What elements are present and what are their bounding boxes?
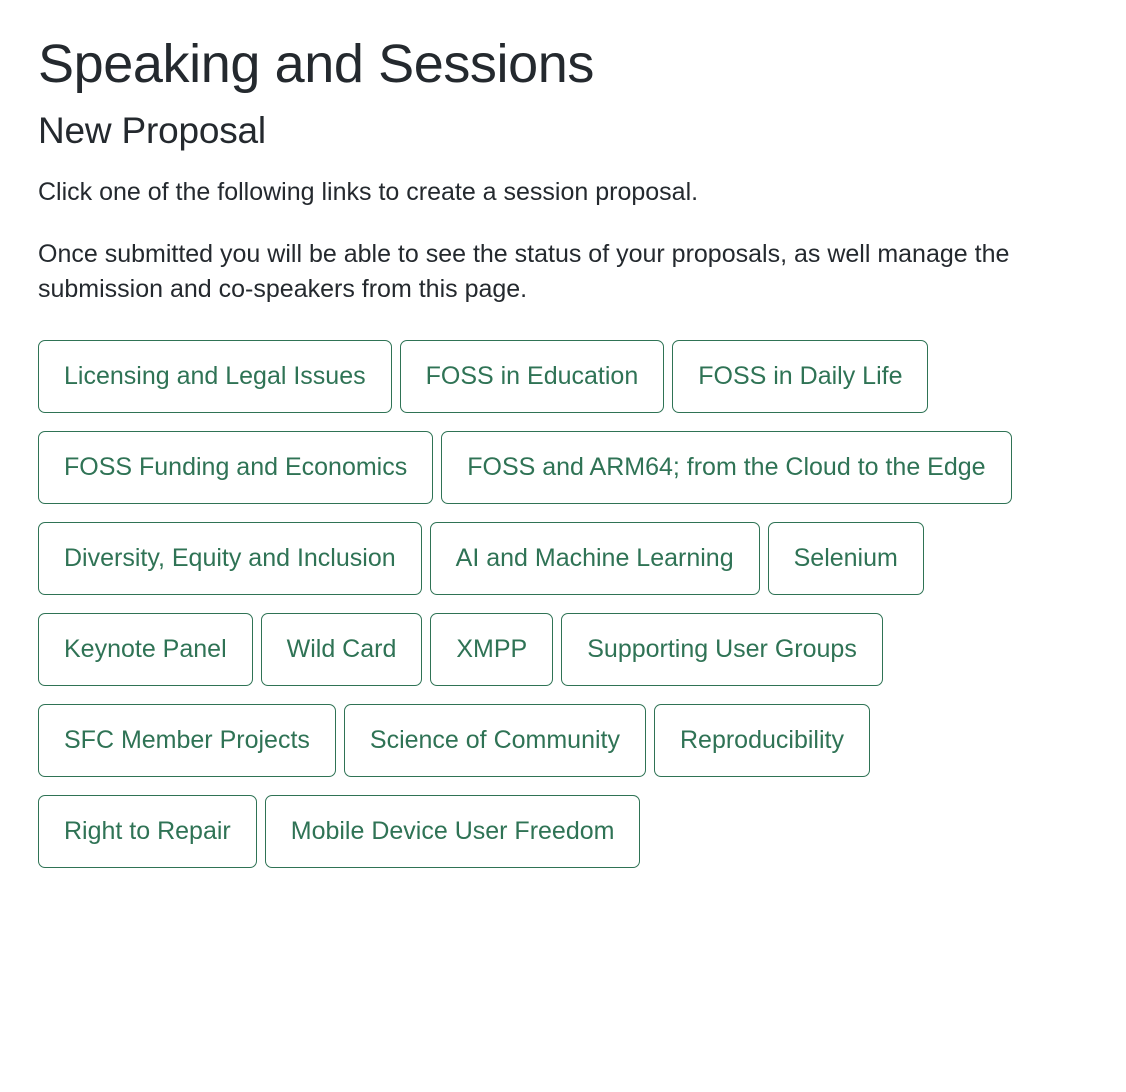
proposal-link-button[interactable]: Mobile Device User Freedom — [264, 794, 641, 868]
intro-paragraph-1: Click one of the following links to crea… — [38, 178, 699, 207]
proposal-link-button[interactable]: Science of Community — [343, 703, 646, 777]
proposal-link-button[interactable]: FOSS in Daily Life — [672, 339, 929, 413]
proposal-link-button[interactable]: Keynote Panel — [38, 612, 253, 686]
proposal-link-button[interactable]: Supporting User Groups — [561, 612, 883, 686]
proposal-link-button[interactable]: Licensing and Legal Issues — [38, 339, 392, 413]
intro-paragraph-2: Once submitted you will be able to see t… — [38, 239, 1010, 304]
proposal-link-button[interactable]: Wild Card — [260, 612, 423, 686]
proposal-link-button[interactable]: FOSS Funding and Economics — [38, 430, 434, 504]
section-title-new-proposal: New Proposal — [38, 110, 266, 152]
proposal-link-button[interactable]: Right to Repair — [38, 794, 257, 868]
proposal-link-button[interactable]: FOSS in Education — [399, 339, 665, 413]
proposal-link-button[interactable]: XMPP — [430, 612, 554, 686]
proposal-link-button[interactable]: AI and Machine Learning — [429, 521, 760, 595]
proposal-link-button[interactable]: Reproducibility — [654, 703, 870, 777]
page-title: Speaking and Sessions — [38, 34, 594, 94]
proposal-link-button[interactable]: Selenium — [767, 521, 924, 595]
proposal-link-button[interactable]: Diversity, Equity and Inclusion — [38, 521, 422, 595]
proposal-link-button[interactable]: SFC Member Projects — [38, 703, 336, 777]
proposal-link-button[interactable]: FOSS and ARM64; from the Cloud to the Ed… — [441, 430, 1012, 504]
proposal-links-list: Licensing and Legal Issues FOSS in Educat… — [38, 339, 1068, 868]
page-container: Speaking and Sessions New Proposal Click… — [0, 0, 1126, 868]
